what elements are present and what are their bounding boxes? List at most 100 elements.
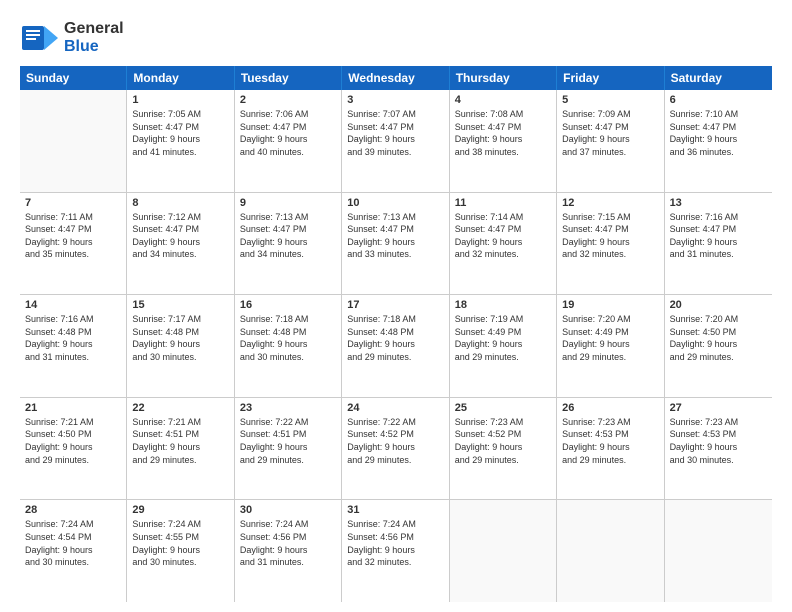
empty-cell-4-4: [450, 500, 557, 602]
day-number: 15: [132, 299, 228, 311]
day-cell-26: 26 Sunrise: 7:23 AM Sunset: 4:53 PM Dayli…: [557, 398, 664, 500]
day-cell-23: 23 Sunrise: 7:22 AM Sunset: 4:51 PM Dayli…: [235, 398, 342, 500]
cell-info: Sunrise: 7:08 AM Sunset: 4:47 PM Dayligh…: [455, 108, 551, 158]
cell-info: Sunrise: 7:20 AM Sunset: 4:50 PM Dayligh…: [670, 313, 767, 363]
day-number: 8: [132, 197, 228, 209]
day-number: 12: [562, 197, 658, 209]
empty-cell-0-0: [20, 90, 127, 192]
weekday-header-tuesday: Tuesday: [235, 66, 342, 90]
calendar-row-3: 21 Sunrise: 7:21 AM Sunset: 4:50 PM Dayli…: [20, 398, 772, 501]
empty-cell-4-6: [665, 500, 772, 602]
day-cell-19: 19 Sunrise: 7:20 AM Sunset: 4:49 PM Dayli…: [557, 295, 664, 397]
cell-info: Sunrise: 7:24 AM Sunset: 4:55 PM Dayligh…: [132, 518, 228, 568]
day-cell-29: 29 Sunrise: 7:24 AM Sunset: 4:55 PM Dayli…: [127, 500, 234, 602]
calendar-row-4: 28Sunrise: 7:24 AM Sunset: 4:54 PM Dayli…: [20, 500, 772, 602]
day-cell-14: 14 Sunrise: 7:16 AM Sunset: 4:48 PM Dayli…: [20, 295, 127, 397]
calendar-body: 1 Sunrise: 7:05 AM Sunset: 4:47 PM Daylig…: [20, 90, 772, 602]
header: General Blue: [20, 18, 772, 58]
cell-info: Sunrise: 7:05 AM Sunset: 4:47 PM Dayligh…: [132, 108, 228, 158]
day-cell-13: 13Sunrise: 7:16 AM Sunset: 4:47 PM Dayli…: [665, 193, 772, 295]
day-cell-6: 6 Sunrise: 7:10 AM Sunset: 4:47 PM Daylig…: [665, 90, 772, 192]
weekday-header-friday: Friday: [557, 66, 664, 90]
day-number: 19: [562, 299, 658, 311]
day-cell-20: 20 Sunrise: 7:20 AM Sunset: 4:50 PM Dayli…: [665, 295, 772, 397]
day-cell-12: 12 Sunrise: 7:15 AM Sunset: 4:47 PM Dayli…: [557, 193, 664, 295]
day-number: 21: [25, 402, 121, 414]
weekday-header-sunday: Sunday: [20, 66, 127, 90]
logo-text: General Blue: [64, 20, 124, 56]
day-cell-24: 24 Sunrise: 7:22 AM Sunset: 4:52 PM Dayli…: [342, 398, 449, 500]
day-cell-21: 21 Sunrise: 7:21 AM Sunset: 4:50 PM Dayli…: [20, 398, 127, 500]
weekday-header-saturday: Saturday: [665, 66, 772, 90]
cell-info: Sunrise: 7:14 AM Sunset: 4:47 PM Dayligh…: [455, 211, 551, 261]
day-cell-2: 2Sunrise: 7:06 AM Sunset: 4:47 PM Daylig…: [235, 90, 342, 192]
cell-info: Sunrise: 7:18 AM Sunset: 4:48 PM Dayligh…: [240, 313, 336, 363]
day-cell-4: 4 Sunrise: 7:08 AM Sunset: 4:47 PM Daylig…: [450, 90, 557, 192]
cell-info: Sunrise: 7:11 AM Sunset: 4:47 PM Dayligh…: [25, 211, 121, 261]
day-number: 24: [347, 402, 443, 414]
cell-info: Sunrise: 7:23 AM Sunset: 4:53 PM Dayligh…: [562, 416, 658, 466]
empty-cell-4-5: [557, 500, 664, 602]
logo: General Blue: [20, 18, 124, 58]
weekday-header-thursday: Thursday: [450, 66, 557, 90]
cell-info: Sunrise: 7:21 AM Sunset: 4:50 PM Dayligh…: [25, 416, 121, 466]
cell-info: Sunrise: 7:20 AM Sunset: 4:49 PM Dayligh…: [562, 313, 658, 363]
day-cell-7: 7Sunrise: 7:11 AM Sunset: 4:47 PM Daylig…: [20, 193, 127, 295]
day-cell-8: 8Sunrise: 7:12 AM Sunset: 4:47 PM Daylig…: [127, 193, 234, 295]
cell-info: Sunrise: 7:15 AM Sunset: 4:47 PM Dayligh…: [562, 211, 658, 261]
day-cell-28: 28Sunrise: 7:24 AM Sunset: 4:54 PM Dayli…: [20, 500, 127, 602]
calendar: SundayMondayTuesdayWednesdayThursdayFrid…: [20, 66, 772, 602]
cell-info: Sunrise: 7:07 AM Sunset: 4:47 PM Dayligh…: [347, 108, 443, 158]
weekday-header-monday: Monday: [127, 66, 234, 90]
day-cell-3: 3 Sunrise: 7:07 AM Sunset: 4:47 PM Daylig…: [342, 90, 449, 192]
day-number: 1: [132, 94, 228, 106]
day-number: 9: [240, 197, 336, 209]
day-number: 11: [455, 197, 551, 209]
cell-info: Sunrise: 7:19 AM Sunset: 4:49 PM Dayligh…: [455, 313, 551, 363]
day-cell-27: 27 Sunrise: 7:23 AM Sunset: 4:53 PM Dayli…: [665, 398, 772, 500]
day-number: 20: [670, 299, 767, 311]
cell-info: Sunrise: 7:16 AM Sunset: 4:48 PM Dayligh…: [25, 313, 121, 363]
logo-icon: [20, 18, 60, 58]
cell-info: Sunrise: 7:24 AM Sunset: 4:56 PM Dayligh…: [347, 518, 443, 568]
day-cell-17: 17Sunrise: 7:18 AM Sunset: 4:48 PM Dayli…: [342, 295, 449, 397]
day-cell-30: 30Sunrise: 7:24 AM Sunset: 4:56 PM Dayli…: [235, 500, 342, 602]
cell-info: Sunrise: 7:23 AM Sunset: 4:52 PM Dayligh…: [455, 416, 551, 466]
cell-info: Sunrise: 7:22 AM Sunset: 4:52 PM Dayligh…: [347, 416, 443, 466]
day-number: 26: [562, 402, 658, 414]
day-number: 14: [25, 299, 121, 311]
day-number: 31: [347, 504, 443, 516]
day-number: 18: [455, 299, 551, 311]
cell-info: Sunrise: 7:10 AM Sunset: 4:47 PM Dayligh…: [670, 108, 767, 158]
cell-info: Sunrise: 7:22 AM Sunset: 4:51 PM Dayligh…: [240, 416, 336, 466]
day-cell-10: 10Sunrise: 7:13 AM Sunset: 4:47 PM Dayli…: [342, 193, 449, 295]
calendar-row-0: 1 Sunrise: 7:05 AM Sunset: 4:47 PM Daylig…: [20, 90, 772, 193]
calendar-row-2: 14 Sunrise: 7:16 AM Sunset: 4:48 PM Dayli…: [20, 295, 772, 398]
cell-info: Sunrise: 7:24 AM Sunset: 4:54 PM Dayligh…: [25, 518, 121, 568]
day-number: 2: [240, 94, 336, 106]
calendar-row-1: 7Sunrise: 7:11 AM Sunset: 4:47 PM Daylig…: [20, 193, 772, 296]
day-number: 23: [240, 402, 336, 414]
cell-info: Sunrise: 7:16 AM Sunset: 4:47 PM Dayligh…: [670, 211, 767, 261]
cell-info: Sunrise: 7:13 AM Sunset: 4:47 PM Dayligh…: [347, 211, 443, 261]
day-number: 16: [240, 299, 336, 311]
cell-info: Sunrise: 7:18 AM Sunset: 4:48 PM Dayligh…: [347, 313, 443, 363]
cell-info: Sunrise: 7:23 AM Sunset: 4:53 PM Dayligh…: [670, 416, 767, 466]
weekday-header-wednesday: Wednesday: [342, 66, 449, 90]
day-number: 27: [670, 402, 767, 414]
day-number: 22: [132, 402, 228, 414]
day-cell-11: 11 Sunrise: 7:14 AM Sunset: 4:47 PM Dayli…: [450, 193, 557, 295]
day-number: 6: [670, 94, 767, 106]
day-number: 5: [562, 94, 658, 106]
day-cell-31: 31 Sunrise: 7:24 AM Sunset: 4:56 PM Dayli…: [342, 500, 449, 602]
cell-info: Sunrise: 7:09 AM Sunset: 4:47 PM Dayligh…: [562, 108, 658, 158]
day-cell-1: 1 Sunrise: 7:05 AM Sunset: 4:47 PM Daylig…: [127, 90, 234, 192]
day-number: 4: [455, 94, 551, 106]
day-cell-25: 25 Sunrise: 7:23 AM Sunset: 4:52 PM Dayli…: [450, 398, 557, 500]
day-number: 3: [347, 94, 443, 106]
day-number: 25: [455, 402, 551, 414]
day-number: 29: [132, 504, 228, 516]
day-cell-15: 15Sunrise: 7:17 AM Sunset: 4:48 PM Dayli…: [127, 295, 234, 397]
day-cell-16: 16 Sunrise: 7:18 AM Sunset: 4:48 PM Dayli…: [235, 295, 342, 397]
page: General Blue SundayMondayTuesdayWednesda…: [0, 0, 792, 612]
